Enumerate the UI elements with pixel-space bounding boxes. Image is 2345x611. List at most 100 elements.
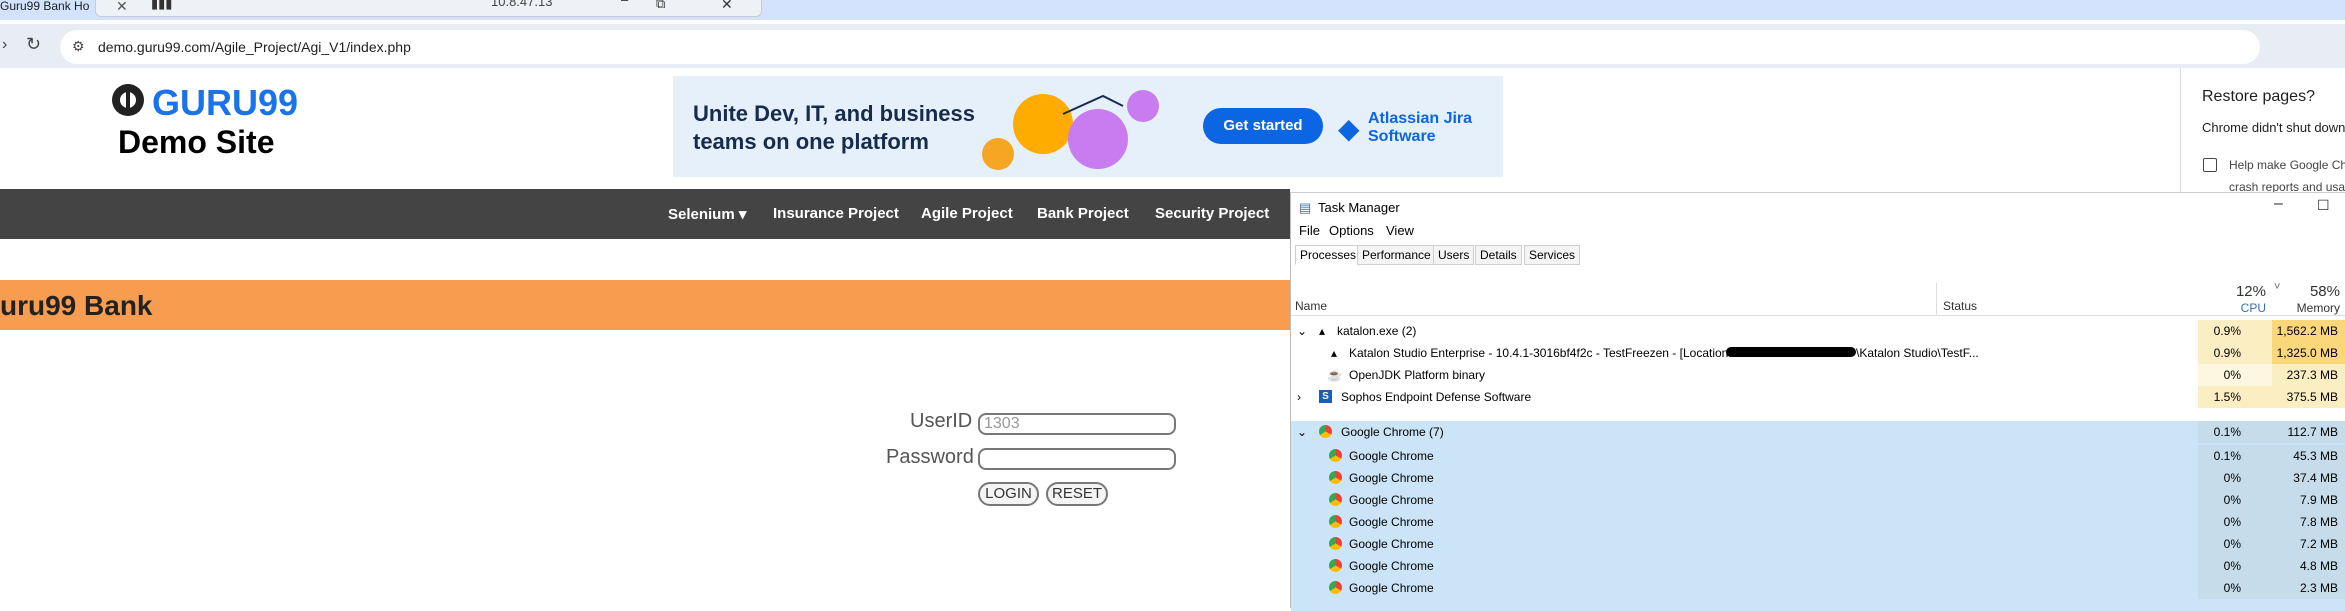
process-name: Sophos Endpoint Defense Software xyxy=(1341,390,1532,404)
close-icon[interactable]: ✕ xyxy=(721,0,733,13)
mem-total: 58% xyxy=(2309,283,2340,300)
table-row[interactable]: Google Chrome 0% 2.3 MB xyxy=(1291,577,2345,599)
ad-cta-button[interactable]: Get started xyxy=(1203,108,1323,144)
collapse-icon[interactable]: ⌄ xyxy=(1297,425,1307,439)
remote-desktop-bar: 10.8.47.13 ✕ ▮▮▮ ✕ ⧉ – xyxy=(95,0,762,17)
process-mem: 375.5 MB xyxy=(2286,390,2338,404)
menu-options[interactable]: Options xyxy=(1329,223,1374,238)
process-cpu: 0.1% xyxy=(2213,449,2241,463)
table-row[interactable]: ☕ OpenJDK Platform binary 0% 237.3 MB xyxy=(1291,364,2345,386)
url-text: demo.guru99.com/Agile_Project/Agi_V1/ind… xyxy=(98,39,411,55)
nav-selenium[interactable]: Selenium ▾ xyxy=(668,205,746,223)
process-table-header: Name Status 12% CPU ˅ 58% Memory xyxy=(1291,281,2345,316)
process-mem: 7.2 MB xyxy=(2299,537,2338,551)
process-mem: 1,562.2 MB xyxy=(2276,324,2338,338)
process-mem: 7.9 MB xyxy=(2299,493,2338,507)
minimize-icon[interactable]: – xyxy=(621,0,628,7)
nav-security-project[interactable]: Security Project xyxy=(1155,205,1269,222)
tab-processes[interactable]: Processes xyxy=(1295,245,1362,265)
process-name: Katalon Studio Enterprise - 10.4.1-3016b… xyxy=(1349,346,1732,360)
process-mem: 1,325.0 MB xyxy=(2276,346,2338,360)
tab-performance[interactable]: Performance xyxy=(1357,245,1436,265)
table-row[interactable]: ⌄ Google Chrome (7) 0.1% 112.7 MB xyxy=(1291,421,2345,443)
process-name: katalon.exe (2) xyxy=(1337,324,1417,338)
restore-checkbox-label: Help make Google Ch xyxy=(2229,158,2345,172)
restore-pages-popup: Restore pages? Chrome didn't shut down H… xyxy=(2180,68,2345,198)
process-name: Google Chrome xyxy=(1349,471,1434,485)
col-status[interactable]: Status xyxy=(1943,299,1977,313)
table-row[interactable]: Google Chrome 0% 7.8 MB xyxy=(1291,511,2345,533)
login-button[interactable]: LOGIN xyxy=(978,482,1039,506)
process-cpu: 0% xyxy=(2223,581,2241,595)
usage-checkbox[interactable] xyxy=(2203,158,2217,172)
page-banner: uru99 Bank xyxy=(0,280,1290,330)
task-manager-icon: ▤ xyxy=(1299,200,1312,215)
process-mem: 237.3 MB xyxy=(2286,368,2338,382)
chrome-icon xyxy=(1329,515,1342,528)
table-row[interactable]: › S Sophos Endpoint Defense Software 1.5… xyxy=(1291,386,2345,408)
table-row[interactable]: Google Chrome 0% 7.2 MB xyxy=(1291,533,2345,555)
restore-title: Restore pages? xyxy=(2202,88,2315,105)
task-manager-title: Task Manager xyxy=(1318,200,1400,215)
expand-icon[interactable]: › xyxy=(1297,390,1301,404)
chrome-icon xyxy=(1329,449,1342,462)
nav-agile-project[interactable]: Agile Project xyxy=(921,205,1013,222)
remote-ip-label: 10.8.47.13 xyxy=(491,0,553,9)
forward-icon[interactable]: › xyxy=(2,36,7,54)
col-memory: Memory xyxy=(2296,301,2340,315)
tab-services[interactable]: Services xyxy=(1524,245,1581,265)
signal-icon: ▮▮▮ xyxy=(151,0,173,11)
cpu-header-cell[interactable]: 12% CPU xyxy=(2198,283,2272,315)
nav-insurance-project[interactable]: Insurance Project xyxy=(773,205,899,222)
pin-icon[interactable]: ✕ xyxy=(116,0,128,15)
site-subtitle: Demo Site xyxy=(118,124,275,160)
table-row[interactable]: ⌄ ▴ katalon.exe (2) 0.9% 1,562.2 MB xyxy=(1291,320,2345,342)
ad-headline: Unite Dev, IT, and business teams on one… xyxy=(693,101,975,154)
chrome-icon xyxy=(1329,537,1342,550)
process-mem: 112.7 MB xyxy=(2287,425,2338,439)
col-cpu: CPU xyxy=(2240,301,2266,315)
katalon-icon: ▴ xyxy=(1331,346,1338,360)
chrome-icon xyxy=(1329,471,1342,484)
maximize-icon[interactable]: ☐ xyxy=(2317,197,2330,214)
guru99-logo-icon xyxy=(112,84,144,116)
process-cpu: 0% xyxy=(2223,537,2241,551)
col-name[interactable]: Name xyxy=(1295,299,1327,313)
password-input[interactable] xyxy=(978,448,1176,470)
browser-tab[interactable]: Guru99 Bank Ho xyxy=(0,0,105,14)
table-row[interactable]: Google Chrome 0% 4.8 MB xyxy=(1291,555,2345,577)
nav-bank-project[interactable]: Bank Project xyxy=(1037,205,1129,222)
reload-icon[interactable]: ↻ xyxy=(26,34,41,55)
restore-icon[interactable]: ⧉ xyxy=(656,0,665,12)
password-label: Password xyxy=(886,446,974,468)
table-row[interactable]: Google Chrome 0.1% 45.3 MB xyxy=(1291,445,2345,467)
process-name: OpenJDK Platform binary xyxy=(1349,368,1486,382)
process-cpu: 0.9% xyxy=(2213,346,2241,360)
process-mem: 2.3 MB xyxy=(2299,581,2338,595)
brand-name[interactable]: GURU99 xyxy=(152,82,298,124)
sophos-icon: S xyxy=(1319,390,1332,403)
process-cpu: 0.9% xyxy=(2213,324,2241,338)
menu-file[interactable]: File xyxy=(1299,223,1320,238)
process-cpu: 0.1% xyxy=(2213,425,2241,439)
process-mem: 7.8 MB xyxy=(2299,515,2338,529)
process-cpu: 0% xyxy=(2223,368,2241,382)
userid-input[interactable] xyxy=(978,413,1176,435)
minimize-icon[interactable]: – xyxy=(2274,195,2283,213)
chrome-icon xyxy=(1329,493,1342,506)
process-mem: 4.8 MB xyxy=(2299,559,2338,573)
process-cpu: 0% xyxy=(2223,515,2241,529)
menu-view[interactable]: View xyxy=(1386,223,1414,238)
table-row[interactable]: Google Chrome 0% 37.4 MB xyxy=(1291,467,2345,489)
tab-details[interactable]: Details xyxy=(1475,245,1522,265)
site-info-icon[interactable]: ⚙ xyxy=(72,38,85,55)
tab-users[interactable]: Users xyxy=(1433,245,1475,265)
ad-banner[interactable]: Unite Dev, IT, and business teams on one… xyxy=(673,76,1503,177)
process-name: Google Chrome xyxy=(1349,449,1434,463)
process-name: Google Chrome xyxy=(1349,493,1434,507)
table-row[interactable]: ▴ Katalon Studio Enterprise - 10.4.1-301… xyxy=(1291,342,2345,364)
collapse-icon[interactable]: ⌄ xyxy=(1297,324,1307,338)
reset-button[interactable]: RESET xyxy=(1046,482,1108,506)
memory-header-cell[interactable]: ˅ 58% Memory xyxy=(2272,281,2345,315)
table-row[interactable]: Google Chrome 0% 7.9 MB xyxy=(1291,489,2345,511)
